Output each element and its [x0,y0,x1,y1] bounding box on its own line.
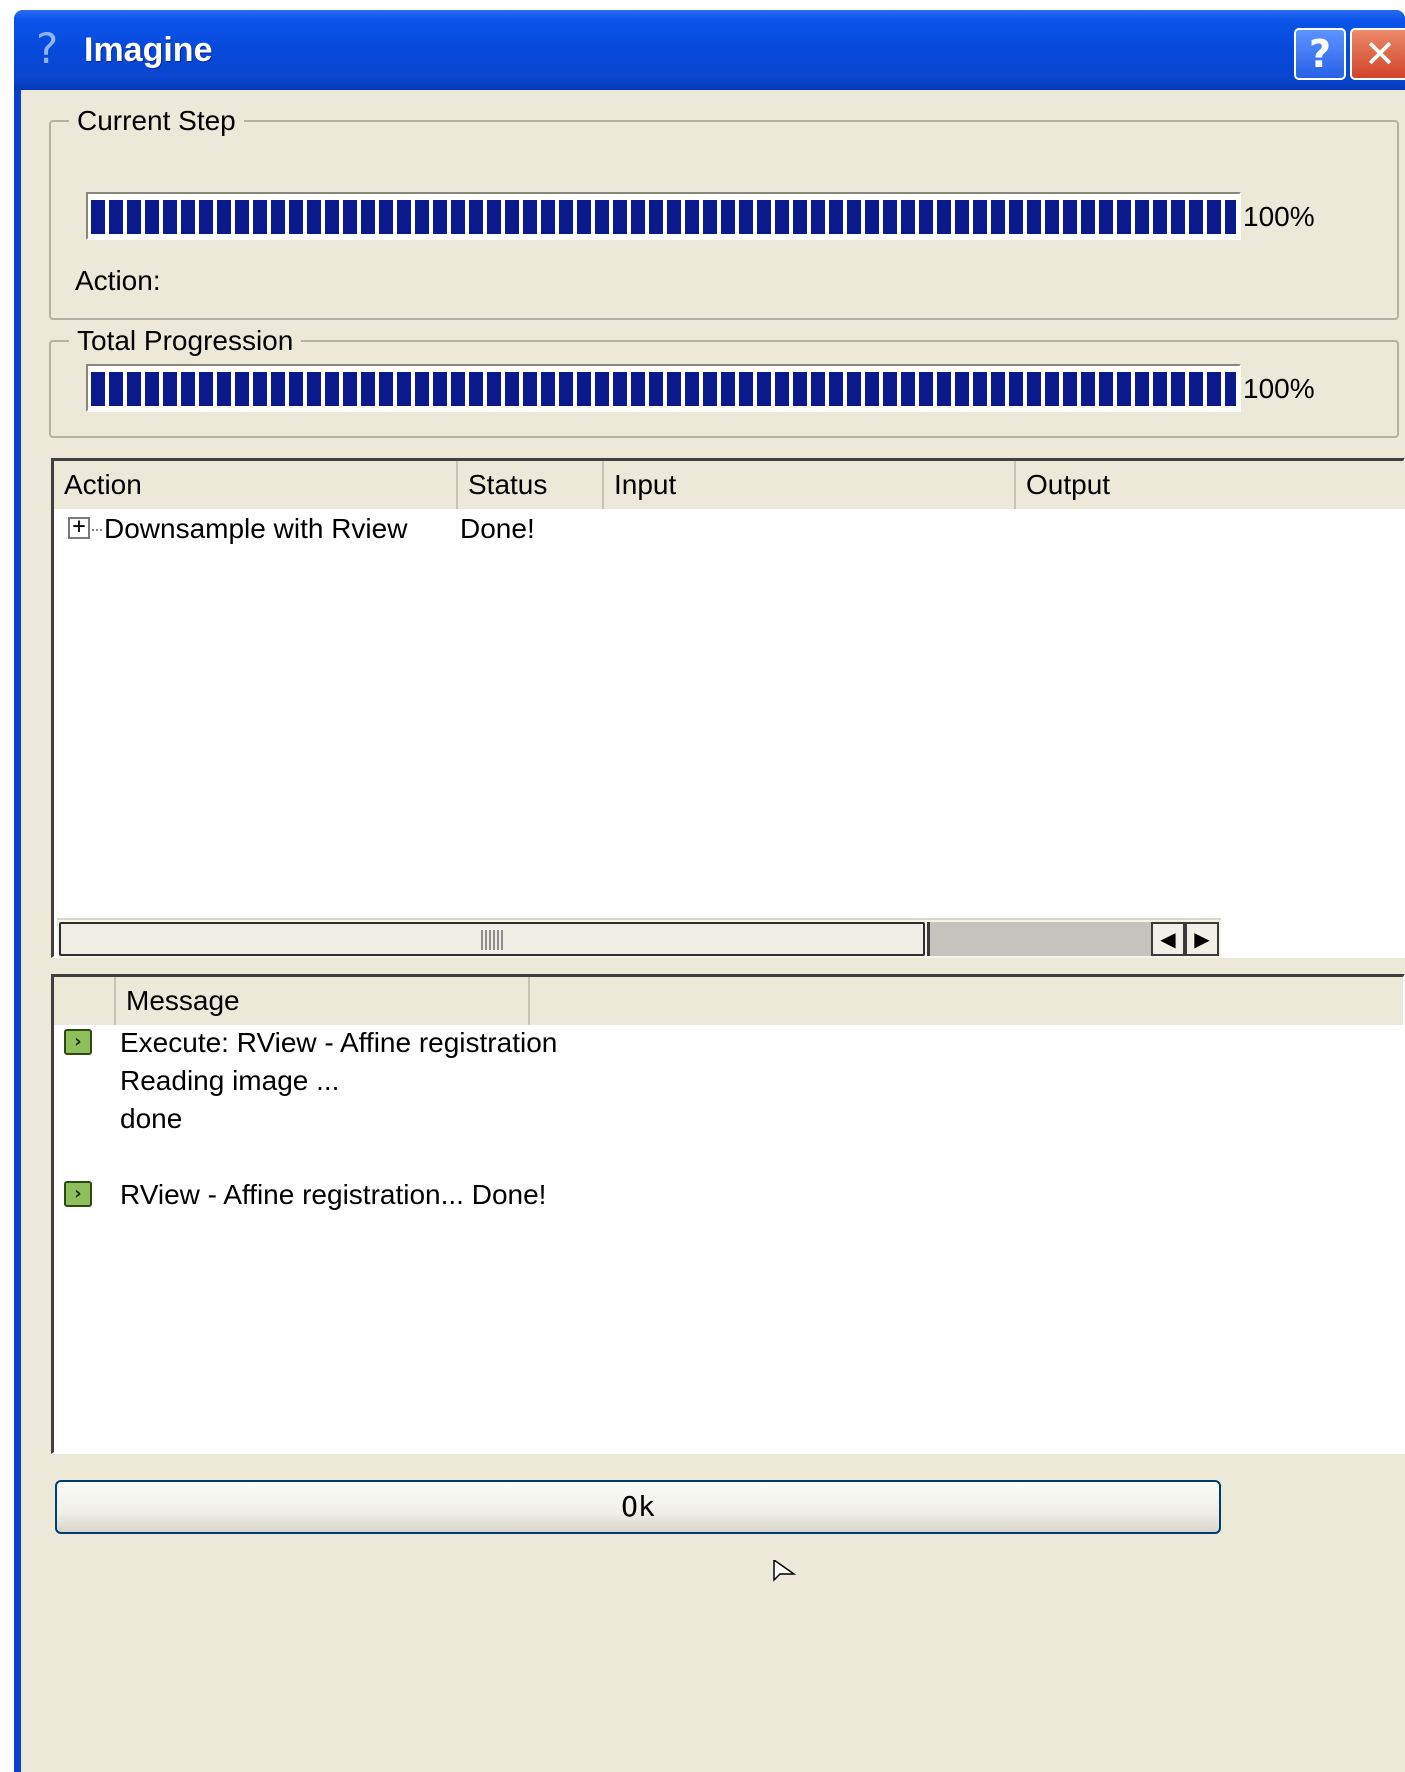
current-step-progress-bar [86,192,1241,240]
expand-plus-icon[interactable]: + [68,516,90,539]
close-button[interactable]: ✕ [1350,28,1405,80]
dialog-client-area: Current Step 100% Action: Total Progress… [21,90,1405,1772]
total-progress-percent: 100% [1243,373,1315,404]
window-title: Imagine [84,31,213,69]
column-header-message[interactable]: Message [116,977,530,1025]
mouse-cursor-icon [773,1560,796,1582]
message-line: Reading image ... [120,1065,340,1096]
current-action-label: Action: [75,265,161,296]
current-step-group: Current Step 100% Action: [49,104,1399,320]
column-header-output[interactable]: Output [1016,461,1405,509]
total-progress-fill [91,372,1236,406]
play-icon: › [64,1029,92,1055]
horizontal-scrollbar[interactable]: ◀ ▶ [57,918,1221,958]
column-header-input[interactable]: Input [604,461,1016,509]
message-line: RView - Affine registration... Done! [120,1179,547,1210]
messages-list-header: Message [54,977,1403,1025]
ok-button[interactable]: Ok [55,1480,1221,1534]
row-action-name: Downsample with Rview [104,513,408,544]
current-step-progress-fill [91,200,1236,234]
imagine-window: ? Imagine ? ✕ Current Step 100% Action: … [14,10,1405,1772]
row-status: Done! [460,513,535,544]
play-icon: › [64,1181,92,1207]
actions-list[interactable]: Action Status Input Output + Downsample … [51,458,1405,958]
total-progress-bar [86,364,1241,412]
column-header-action[interactable]: Action [54,461,458,509]
current-step-percent: 100% [1243,201,1315,232]
title-bar[interactable]: ? Imagine ? ✕ [14,10,1405,90]
tree-connector [92,529,102,531]
scrollbar-thumb[interactable] [59,922,925,956]
help-button[interactable]: ? [1294,28,1346,80]
column-header-icon[interactable] [54,977,116,1025]
message-line: done [120,1103,183,1134]
actions-list-header: Action Status Input Output [54,461,1405,509]
help-question-icon: ? [36,24,59,73]
messages-list[interactable]: Message › Execute: RView - Affine regist… [51,974,1405,1454]
scrollbar-grip-icon [481,930,505,950]
scroll-left-arrow-icon[interactable]: ◀ [1151,922,1185,956]
total-progression-group: Total Progression 100% [49,324,1399,438]
column-header-status[interactable]: Status [458,461,604,509]
total-progression-label: Total Progression [69,324,302,358]
current-step-label: Current Step [69,104,244,138]
message-line: Execute: RView - Affine registration [120,1027,558,1058]
scrollbar-track[interactable] [927,922,1153,956]
scroll-right-arrow-icon[interactable]: ▶ [1185,922,1219,956]
